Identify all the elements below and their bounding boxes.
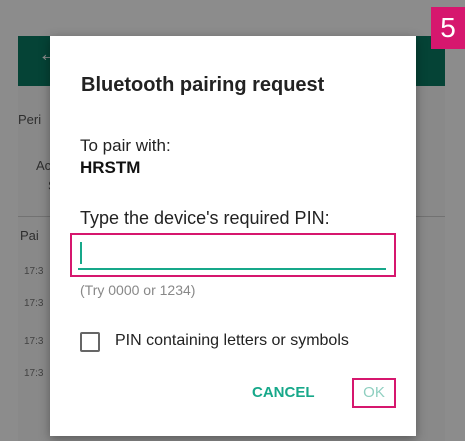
pair-with-label: To pair with: xyxy=(80,136,171,155)
text-cursor xyxy=(80,242,82,264)
step-number-badge: 5 xyxy=(431,7,465,49)
pin-label: Type the device's required PIN: xyxy=(80,208,330,228)
dialog-title: Bluetooth pairing request xyxy=(81,74,325,96)
device-name: HRSTM xyxy=(80,158,141,177)
pin-letters-label[interactable]: PIN containing letters or symbols xyxy=(115,332,349,350)
ok-button[interactable]: OK xyxy=(352,378,396,408)
pin-letters-checkbox[interactable] xyxy=(80,332,100,352)
pin-input[interactable] xyxy=(78,236,386,270)
pin-hint: (Try 0000 or 1234) xyxy=(80,282,196,298)
cancel-button[interactable]: CANCEL xyxy=(246,381,321,405)
pairing-dialog: Bluetooth pairing request To pair with: … xyxy=(50,36,416,436)
